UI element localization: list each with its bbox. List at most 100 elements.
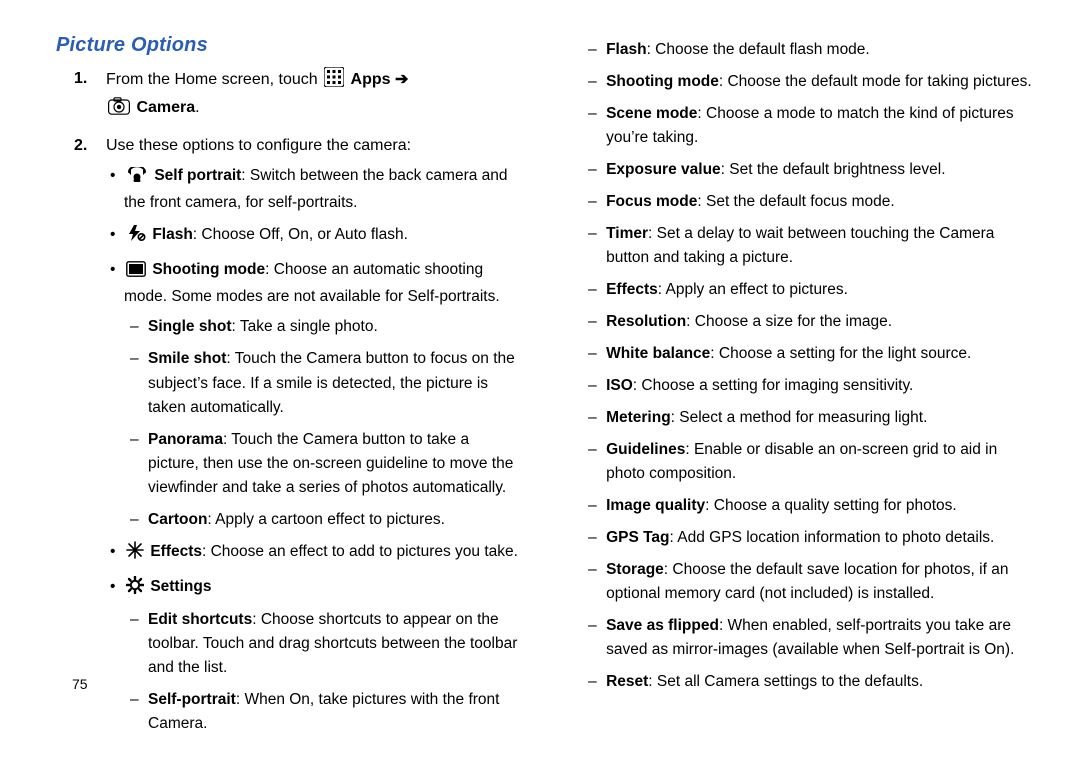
item-iso: ISO: Choose a setting for imaging sensit… — [606, 374, 1040, 398]
text: : Choose a quality setting for photos. — [705, 497, 957, 514]
camera-icon — [108, 97, 130, 124]
step-1: 1. From the Home screen, touch Apps ➔ Ca… — [106, 67, 520, 124]
right-column: Flash: Choose the default flash mode. Sh… — [566, 34, 1040, 746]
step-2: 2. Use these options to configure the ca… — [106, 134, 520, 736]
text: : Apply an effect to pictures. — [658, 281, 848, 298]
text: : Add GPS location information to photo … — [670, 529, 995, 546]
text: : Choose the default flash mode. — [647, 41, 870, 58]
label: Focus mode — [606, 193, 697, 210]
label: White balance — [606, 345, 710, 362]
apps-label: Apps — [351, 71, 391, 88]
page-number: 75 — [72, 676, 88, 692]
label: Smile shot — [148, 350, 226, 367]
label: Flash — [152, 226, 192, 243]
item-storage: Storage: Choose the default save locatio… — [606, 558, 1040, 606]
label: Self-portrait — [148, 691, 236, 708]
item-resolution: Resolution: Choose a size for the image. — [606, 310, 1040, 334]
item-focus: Focus mode: Set the default focus mode. — [606, 190, 1040, 214]
label: Effects — [150, 543, 202, 560]
text: : Apply a cartoon effect to pictures. — [207, 511, 445, 528]
label: Storage — [606, 561, 664, 578]
apps-grid-icon — [324, 67, 344, 96]
item-scene: Scene mode: Choose a mode to match the k… — [606, 102, 1040, 150]
period: . — [195, 99, 199, 116]
text: : Select a method for measuring light. — [671, 409, 928, 426]
item-exposure: Exposure value: Set the default brightne… — [606, 158, 1040, 182]
item-flash: Flash: Choose the default flash mode. — [606, 38, 1040, 62]
arrow: ➔ — [395, 71, 408, 88]
settings-label: Settings — [150, 578, 211, 595]
flash-icon — [126, 224, 146, 250]
self-portrait-icon — [126, 167, 148, 191]
label: GPS Tag — [606, 529, 669, 546]
item-whitebalance: White balance: Choose a setting for the … — [606, 342, 1040, 366]
item-guidelines: Guidelines: Enable or disable an on-scre… — [606, 438, 1040, 486]
option-settings: Settings Edit shortcuts: Choose shortcut… — [124, 575, 520, 736]
text: : Choose an effect to add to pictures yo… — [202, 543, 518, 560]
label: Save as flipped — [606, 617, 719, 634]
option-self-portrait: Self portrait: Switch between the back c… — [124, 164, 520, 215]
text: : Take a single photo. — [232, 318, 378, 335]
camera-label: Camera — [136, 99, 195, 116]
label: Effects — [606, 281, 658, 298]
page: Picture Options 1. From the Home screen,… — [0, 0, 1080, 766]
sub-cartoon: Cartoon: Apply a cartoon effect to pictu… — [148, 508, 520, 532]
label: Timer — [606, 225, 648, 242]
sub-single-shot: Single shot: Take a single photo. — [148, 315, 520, 339]
text: : Choose the default mode for taking pic… — [719, 73, 1032, 90]
label: Guidelines — [606, 441, 685, 458]
steps-list: 1. From the Home screen, touch Apps ➔ Ca… — [58, 67, 520, 736]
item-timer: Timer: Set a delay to wait between touch… — [606, 222, 1040, 270]
label: Resolution — [606, 313, 686, 330]
left-column: Picture Options 1. From the Home screen,… — [58, 34, 520, 746]
options-list: Self portrait: Switch between the back c… — [106, 164, 520, 735]
sub-smile-shot: Smile shot: Touch the Camera button to f… — [148, 347, 520, 419]
item-shooting: Shooting mode: Choose the default mode f… — [606, 70, 1040, 94]
label: Metering — [606, 409, 671, 426]
item-metering: Metering: Select a method for measuring … — [606, 406, 1040, 430]
option-flash: Flash: Choose Off, On, or Auto flash. — [124, 223, 520, 250]
label: Panorama — [148, 431, 223, 448]
label: Image quality — [606, 497, 705, 514]
step1-text-before: From the Home screen, touch — [106, 71, 322, 88]
item-gps-tag: GPS Tag: Add GPS location information to… — [606, 526, 1040, 550]
label: Edit shortcuts — [148, 611, 252, 628]
label: Reset — [606, 673, 648, 690]
text: : Choose a setting for the light source. — [710, 345, 971, 362]
item-reset: Reset: Set all Camera settings to the de… — [606, 670, 1040, 694]
label: Self portrait — [154, 167, 241, 184]
settings-sublist-right: Flash: Choose the default flash mode. Sh… — [566, 38, 1040, 694]
step2-lead: Use these options to configure the camer… — [106, 137, 411, 154]
item-effects: Effects: Apply an effect to pictures. — [606, 278, 1040, 302]
gear-icon — [126, 576, 144, 602]
label: Shooting mode — [606, 73, 719, 90]
text: : Choose Off, On, or Auto flash. — [193, 226, 408, 243]
step-number: 2. — [74, 134, 87, 159]
section-heading: Picture Options — [56, 34, 520, 57]
label: Single shot — [148, 318, 232, 335]
shooting-mode-sublist: Single shot: Take a single photo. Smile … — [124, 315, 520, 531]
sub-panorama: Panorama: Touch the Camera button to tak… — [148, 428, 520, 500]
text: : Set a delay to wait between touching t… — [606, 225, 994, 266]
text: : Choose the default save location for p… — [606, 561, 1008, 602]
text: : Choose a size for the image. — [686, 313, 892, 330]
shooting-mode-icon — [126, 261, 146, 285]
effects-icon — [126, 541, 144, 567]
label: Cartoon — [148, 511, 207, 528]
text: : Set the default brightness level. — [721, 161, 946, 178]
sub-edit-shortcuts: Edit shortcuts: Choose shortcuts to appe… — [148, 608, 520, 680]
label: Scene mode — [606, 105, 697, 122]
text: : Set all Camera settings to the default… — [648, 673, 923, 690]
option-effects: Effects: Choose an effect to add to pict… — [124, 540, 520, 567]
item-save-flipped: Save as flipped: When enabled, self-port… — [606, 614, 1040, 662]
sub-self-portrait: Self-portrait: When On, take pictures wi… — [148, 688, 520, 736]
label: Flash — [606, 41, 646, 58]
option-shooting-mode: Shooting mode: Choose an automatic shoot… — [124, 258, 520, 531]
item-image-quality: Image quality: Choose a quality setting … — [606, 494, 1040, 518]
text: : Set the default focus mode. — [697, 193, 894, 210]
label: Shooting mode — [152, 261, 265, 278]
settings-sublist-left: Edit shortcuts: Choose shortcuts to appe… — [124, 608, 520, 736]
label: ISO — [606, 377, 633, 394]
label: Exposure value — [606, 161, 721, 178]
step-number: 1. — [74, 67, 87, 92]
